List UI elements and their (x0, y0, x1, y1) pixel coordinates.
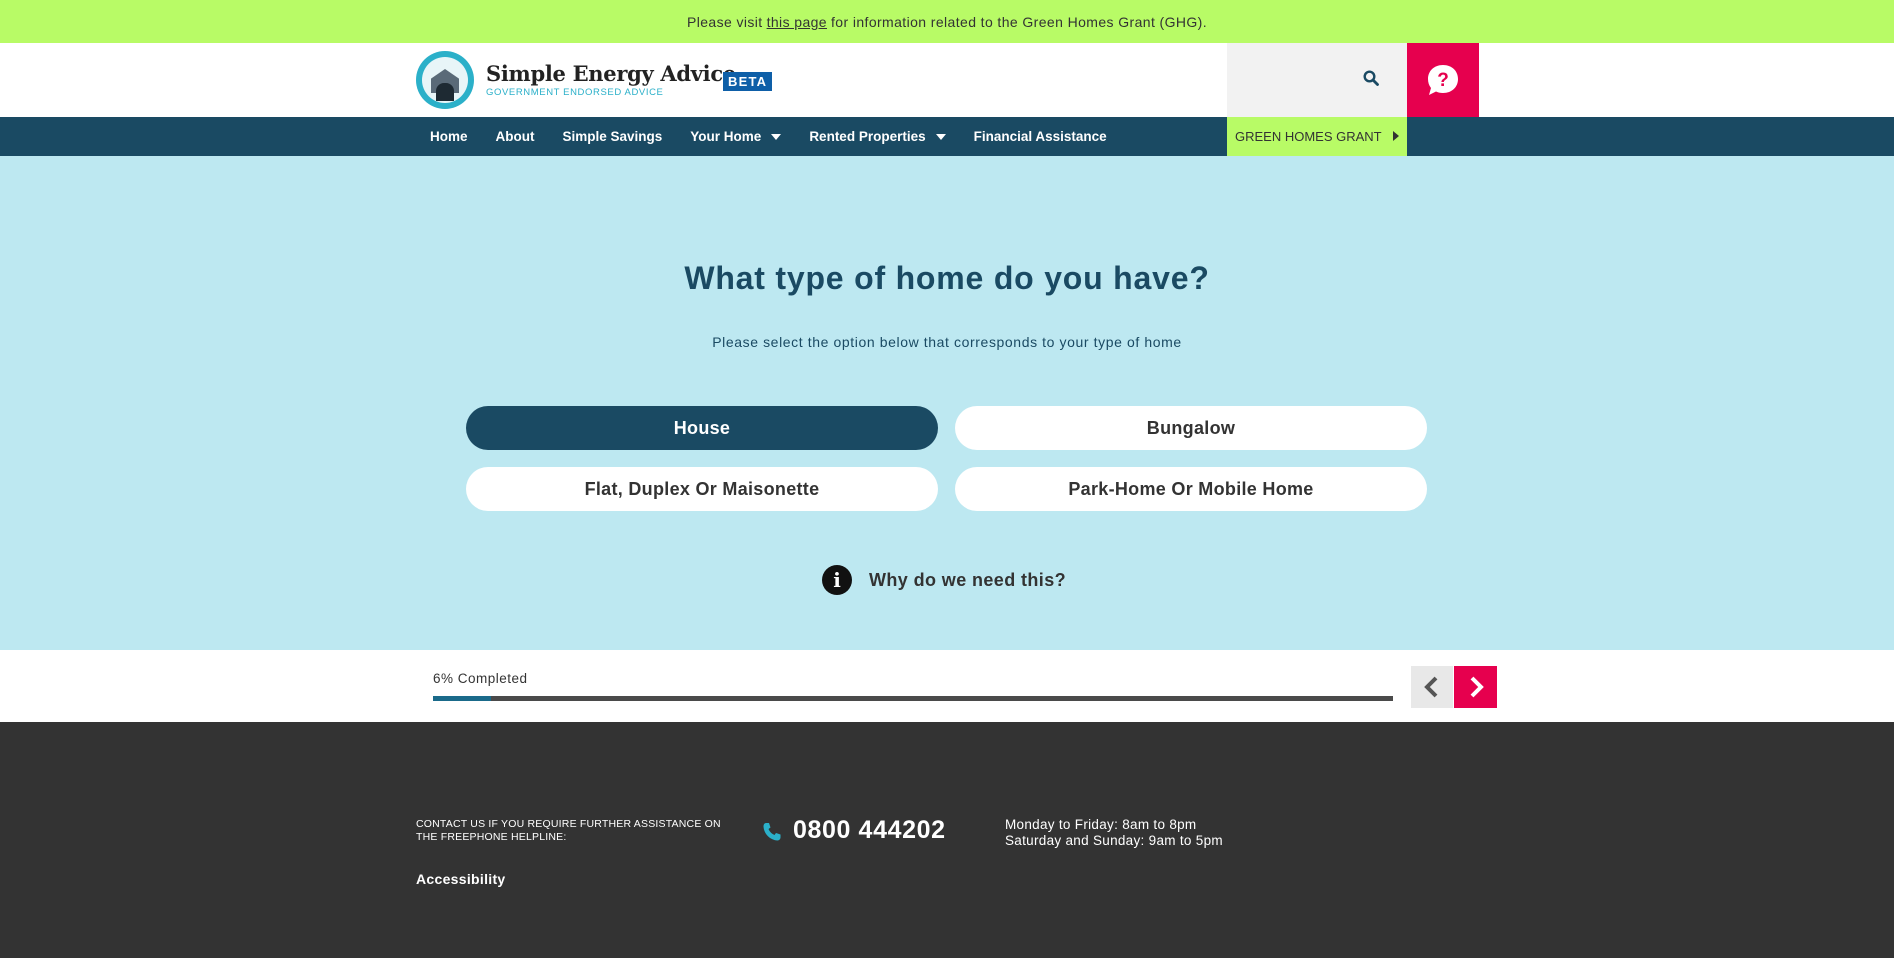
banner-link[interactable]: this page (767, 14, 827, 30)
contact-text: CONTACT US IF YOU REQUIRE FURTHER ASSIST… (416, 818, 721, 843)
progress-label: 6% Completed (433, 671, 528, 686)
why-do-we-need-this-link[interactable]: i Why do we need this? (822, 565, 1066, 595)
site-header: Simple Energy Advice GOVERNMENT ENDORSED… (0, 43, 1894, 117)
nav-item-label: Your Home (690, 129, 762, 144)
search-icon[interactable] (1363, 70, 1379, 86)
ghg-label: GREEN HOMES GRANT (1235, 129, 1382, 144)
help-button[interactable]: ? (1407, 43, 1479, 117)
search-box[interactable] (1227, 43, 1407, 117)
option-house[interactable]: House (466, 406, 938, 450)
question-subtitle: Please select the option below that corr… (712, 334, 1182, 350)
next-button[interactable] (1454, 666, 1497, 708)
help-chat-icon: ? (1428, 65, 1458, 95)
nav-item-label: Financial Assistance (973, 129, 1107, 144)
hours-weekday: Monday to Friday: 8am to 8pm (1005, 817, 1197, 832)
nav-item-your-home[interactable]: Your Home (676, 117, 795, 156)
question-panel: What type of home do you have? Please se… (0, 156, 1894, 650)
nav-item-simple-savings[interactable]: Simple Savings (549, 117, 677, 156)
banner-suffix: for information related to the Green Hom… (831, 13, 1208, 30)
ghg-info-banner: Please visit this page for information r… (0, 0, 1894, 43)
site-footer: CONTACT US IF YOU REQUIRE FURTHER ASSIST… (0, 722, 1894, 958)
option-flat[interactable]: Flat, Duplex Or Maisonette (466, 467, 938, 511)
info-icon: i (822, 565, 852, 595)
chevron-left-icon (1424, 676, 1438, 698)
caret-down-icon (771, 133, 782, 140)
svg-text:?: ? (1437, 70, 1449, 91)
nav-items: Home About Simple Savings Your Home Rent… (416, 117, 1121, 156)
nav-item-label: Simple Savings (562, 129, 663, 144)
caret-down-icon (935, 133, 946, 140)
progress-track (433, 696, 1393, 701)
phone-icon (763, 823, 781, 841)
nav-item-label: About (495, 129, 535, 144)
brand-title: Simple Energy Advice (486, 61, 736, 86)
opening-hours: Monday to Friday: 8am to 8pm Saturday an… (1005, 817, 1223, 849)
banner-prefix: Please visit (686, 13, 763, 30)
nav-item-label: Home (430, 129, 468, 144)
arrow-right-icon (1393, 131, 1399, 141)
chevron-right-icon (1470, 676, 1484, 698)
site-logo[interactable] (416, 51, 474, 109)
nav-item-financial-assistance[interactable]: Financial Assistance (960, 117, 1121, 156)
previous-button[interactable] (1411, 666, 1453, 708)
nav-item-about[interactable]: About (482, 117, 549, 156)
main-nav: Home About Simple Savings Your Home Rent… (0, 117, 1894, 156)
brand[interactable]: Simple Energy Advice GOVERNMENT ENDORSED… (486, 61, 736, 98)
green-homes-grant-link[interactable]: GREEN HOMES GRANT (1227, 117, 1407, 156)
logo-house-icon (422, 57, 468, 103)
progress-fill (433, 696, 491, 701)
nav-item-home[interactable]: Home (416, 117, 482, 156)
hours-weekend: Saturday and Sunday: 9am to 5pm (1005, 833, 1223, 848)
option-bungalow[interactable]: Bungalow (955, 406, 1427, 450)
beta-badge: BETA (723, 72, 773, 91)
why-label: Why do we need this? (869, 569, 1067, 590)
brand-subtitle: GOVERNMENT ENDORSED ADVICE (486, 87, 664, 98)
option-park-home[interactable]: Park-Home Or Mobile Home (955, 467, 1427, 511)
helpline-number[interactable]: 0800 444202 (793, 816, 946, 845)
accessibility-link[interactable]: Accessibility (416, 871, 506, 887)
nav-item-label: Rented Properties (809, 129, 926, 144)
nav-item-rented-properties[interactable]: Rented Properties (795, 117, 959, 156)
question-title: What type of home do you have? (684, 260, 1210, 296)
progress-section: 6% Completed (0, 650, 1894, 722)
